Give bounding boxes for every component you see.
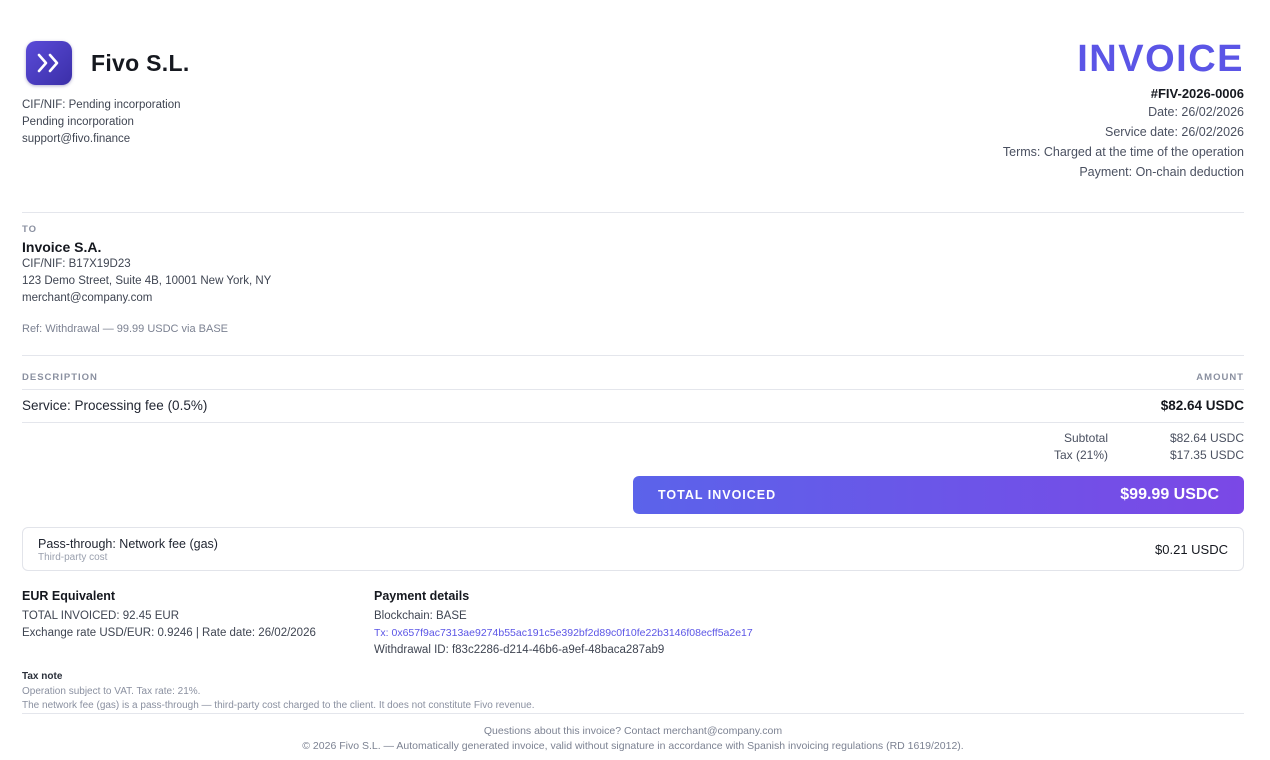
transaction-hash-link[interactable]: Tx: 0x657f9ac7313ae9274b55ac191c5e392bf2…: [374, 625, 753, 642]
invoice-number: #FIV-2026-0006: [1150, 86, 1244, 101]
withdrawal-id: Withdrawal ID: f83c2286-d214-46b6-a9ef-4…: [374, 644, 665, 656]
invoice-payment-method: Payment: On-chain deduction: [1079, 165, 1244, 179]
issuer-address: Pending incorporation: [22, 116, 134, 128]
tax-note-line: The network fee (gas) is a pass-through …: [22, 700, 535, 711]
line-item-description: Service: Processing fee (0.5%): [22, 398, 208, 413]
issuer-email: support@fivo.finance: [22, 133, 131, 145]
double-chevron-right-icon: [26, 41, 72, 85]
passthrough-subtitle: Third-party cost: [38, 552, 108, 563]
invoice-date: Date: 26/02/2026: [1148, 105, 1244, 119]
issuer-details: CIF/NIF: Pending incorporation Pending i…: [22, 97, 181, 148]
tax-note: Operation subject to VAT. Tax rate: 21%.…: [22, 685, 534, 713]
eur-exchange-rate: Exchange rate USD/EUR: 0.9246 | Rate dat…: [22, 627, 316, 639]
company-name: Fivo S.L.: [91, 49, 190, 76]
payment-details: Blockchain: BASE Tx: 0x657f9ac7313ae9274…: [374, 608, 753, 659]
to-label: TO: [22, 224, 38, 235]
total-label: TOTAL INVOICED: [658, 488, 777, 502]
eur-total: TOTAL INVOICED: 92.45 EUR: [22, 610, 180, 622]
invoice-title: INVOICE: [1077, 38, 1244, 80]
total-value: $99.99 USDC: [1120, 486, 1219, 503]
issuer-tax-id: CIF/NIF: Pending incorporation: [22, 99, 181, 111]
invoice-page: Fivo S.L. CIF/NIF: Pending incorporation…: [22, 0, 1244, 760]
line-item-amount: $82.64 USDC: [1160, 398, 1244, 413]
footer-contact: Questions about this invoice? Contact me…: [483, 725, 783, 737]
subtotal-label: Subtotal: [1063, 431, 1108, 445]
subtotal-value: $82.64 USDC: [1169, 431, 1244, 445]
footer-legal: © 2026 Fivo S.L. — Automatically generat…: [302, 740, 964, 752]
payment-blockchain: Blockchain: BASE: [374, 610, 467, 622]
client-reference: Ref: Withdrawal — 99.99 USDC via BASE: [22, 323, 229, 335]
invoice-header: INVOICE #FIV-2026-0006 Date: 26/02/2026 …: [1003, 38, 1244, 182]
eur-equivalent-details: TOTAL INVOICED: 92.45 EUR Exchange rate …: [22, 608, 316, 642]
total-invoiced-bar: TOTAL INVOICED $99.99 USDC: [633, 476, 1244, 514]
tax-value: $17.35 USDC: [1169, 448, 1244, 462]
passthrough-box: Pass-through: Network fee (gas) Third-pa…: [22, 527, 1244, 571]
divider: [22, 389, 1244, 390]
passthrough-value: $0.21 USDC: [1155, 542, 1228, 557]
column-header-description: DESCRIPTION: [22, 372, 98, 383]
divider: [22, 212, 1244, 213]
divider: [22, 355, 1244, 356]
eur-equivalent-title: EUR Equivalent: [22, 589, 116, 603]
tax-label: Tax (21%): [1053, 448, 1108, 462]
tax-note-line: Operation subject to VAT. Tax rate: 21%.: [22, 686, 201, 697]
divider: [22, 713, 1244, 714]
client-email: merchant@company.com: [22, 292, 153, 304]
passthrough-title: Pass-through: Network fee (gas): [38, 537, 218, 551]
invoice-terms: Terms: Charged at the time of the operat…: [1002, 145, 1244, 159]
client-details: CIF/NIF: B17X19D23 123 Demo Street, Suit…: [22, 256, 271, 307]
divider: [22, 422, 1244, 423]
client-address: 123 Demo Street, Suite 4B, 10001 New Yor…: [22, 275, 272, 287]
client-tax-id: CIF/NIF: B17X19D23: [22, 258, 131, 270]
tax-note-title: Tax note: [22, 671, 63, 682]
column-header-amount: AMOUNT: [1196, 372, 1244, 383]
client-name: Invoice S.A.: [22, 239, 102, 255]
company-brand: Fivo S.L.: [26, 41, 190, 85]
invoice-service-date: Service date: 26/02/2026: [1105, 125, 1244, 139]
payment-details-title: Payment details: [374, 589, 470, 603]
